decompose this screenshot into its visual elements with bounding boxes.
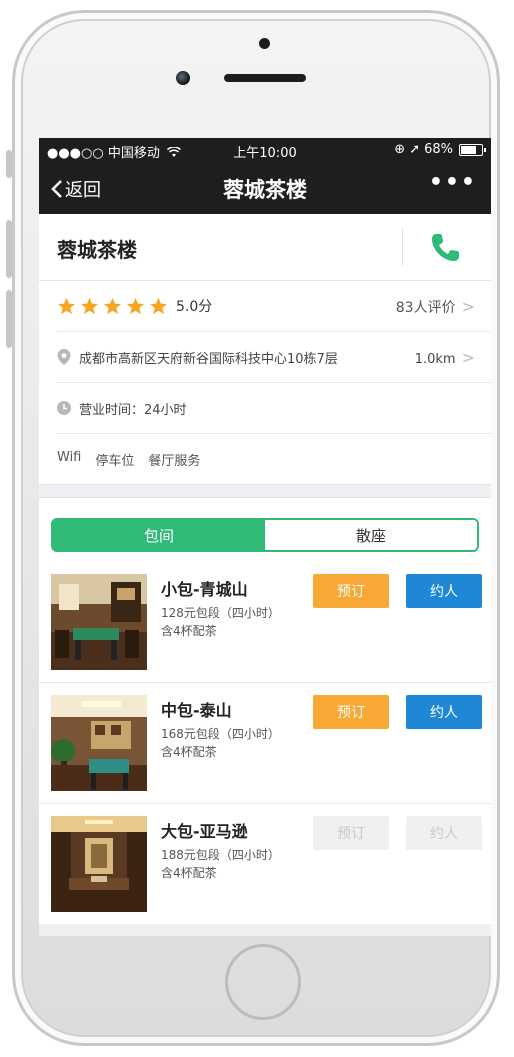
star-icon xyxy=(80,297,99,314)
invite-button-disabled: 约人 xyxy=(406,816,482,850)
book-button-disabled: 预订 xyxy=(313,816,389,850)
carrier-label: ●●●○○ 中国移动 xyxy=(47,142,182,161)
clock-time: 上午10:00 xyxy=(233,146,297,161)
room-name: 大包-亚马逊 xyxy=(161,822,248,841)
business-hours: 营业时间：24小时 xyxy=(79,403,187,418)
star-icon xyxy=(57,297,76,314)
tab-private-room[interactable]: 包间 xyxy=(53,520,265,550)
review-count: 83人评价 xyxy=(395,300,456,316)
section-gap xyxy=(39,484,491,498)
seat-type-switch: 包间 散座 xyxy=(39,498,491,562)
phone-icon[interactable] xyxy=(427,230,463,266)
shop-info-card: 蓉城茶楼 5.0分 83人评价 > 成都市高新区天府新谷国际科技中心10栋7层 1… xyxy=(39,214,491,484)
chevron-right-icon: > xyxy=(461,348,475,367)
divider xyxy=(402,228,403,266)
room-tea: 含4杯配茶 xyxy=(161,745,217,759)
back-label: 返回 xyxy=(65,180,101,201)
amenity-wifi: Wifi xyxy=(57,450,82,465)
distance-value: 1.0km xyxy=(414,352,456,367)
shop-header: 蓉城茶楼 xyxy=(39,214,491,281)
status-bar: ●●●○○ 中国移动 上午10:00 ⊕ ➚ 68% xyxy=(39,138,491,162)
room-photo xyxy=(51,816,147,912)
segmented-control: 包间 散座 xyxy=(51,518,479,552)
address-text: 成都市高新区天府新谷国际科技中心10栋7层 xyxy=(79,352,338,367)
room-photo xyxy=(51,695,147,791)
home-button[interactable] xyxy=(225,944,301,1020)
front-camera xyxy=(176,71,190,85)
chevron-right-icon: > xyxy=(461,297,475,316)
review-link[interactable]: 83人评价 > xyxy=(396,297,475,317)
page-title: 蓉城茶楼 xyxy=(223,178,307,202)
navigation-bar: 返回 蓉城茶楼 ••• xyxy=(39,162,491,214)
proximity-sensor xyxy=(259,38,270,49)
hours-row: 营业时间：24小时 xyxy=(57,383,491,434)
room-tea: 含4杯配茶 xyxy=(161,624,217,638)
invite-button[interactable]: 约人 xyxy=(406,574,482,608)
rotation-lock-icon: ⊕ xyxy=(394,142,406,157)
star-icon xyxy=(103,297,122,314)
status-right: ⊕ ➚ 68% xyxy=(394,142,486,157)
room-list: 小包-青城山 128元包段（四小时） 含4杯配茶 预订 约人 中包-泰山 168… xyxy=(39,562,491,924)
room-price: 188元包段（四小时） xyxy=(161,848,280,862)
location-pin-icon xyxy=(57,349,71,365)
clock-icon xyxy=(57,401,71,415)
battery-icon xyxy=(459,143,486,156)
distance: 1.0km > xyxy=(415,348,475,367)
amenity-parking: 停车位 xyxy=(95,454,135,469)
app-screen: ●●●○○ 中国移动 上午10:00 ⊕ ➚ 68% 返回 蓉城茶楼 ••• 蓉… xyxy=(39,138,491,936)
room-name: 小包-青城山 xyxy=(161,580,248,599)
room-tea: 含4杯配茶 xyxy=(161,866,217,880)
volume-down-button xyxy=(6,290,12,348)
room-price: 168元包段（四小时） xyxy=(161,727,280,741)
volume-up-button xyxy=(6,220,12,278)
back-button[interactable]: 返回 xyxy=(51,176,101,202)
mute-switch xyxy=(6,150,12,178)
battery-fill xyxy=(461,145,476,154)
battery-percent: 68% xyxy=(424,142,453,157)
wifi-icon xyxy=(166,146,182,157)
rating-score: 5.0分 xyxy=(176,299,213,315)
rating-stars: 5.0分 xyxy=(57,296,212,316)
list-item[interactable]: 中包-泰山 168元包段（四小时） 含4杯配茶 预订 约人 xyxy=(39,683,491,804)
amenities-row: Wifi 停车位 餐厅服务 xyxy=(57,434,491,484)
chevron-left-icon xyxy=(51,180,62,198)
list-item: 大包-亚马逊 188元包段（四小时） 含4杯配茶 预订 约人 xyxy=(39,804,491,924)
book-button[interactable]: 预订 xyxy=(313,695,389,729)
list-item[interactable]: 小包-青城山 128元包段（四小时） 含4杯配茶 预订 约人 xyxy=(39,562,491,683)
room-price: 128元包段（四小时） xyxy=(161,606,280,620)
tab-hall-seat[interactable]: 散座 xyxy=(265,520,477,550)
star-icon xyxy=(149,297,168,314)
address-row[interactable]: 成都市高新区天府新谷国际科技中心10栋7层 1.0km > xyxy=(57,332,491,383)
amenities-list: Wifi 停车位 餐厅服务 xyxy=(57,450,200,469)
star-icon xyxy=(126,297,145,314)
invite-button[interactable]: 约人 xyxy=(406,695,482,729)
earpiece-speaker xyxy=(224,74,306,82)
amenity-dining: 餐厅服务 xyxy=(148,454,201,469)
location-arrow-icon: ➚ xyxy=(409,142,421,157)
room-name: 中包-泰山 xyxy=(161,701,232,720)
book-button[interactable]: 预订 xyxy=(313,574,389,608)
shop-name: 蓉城茶楼 xyxy=(57,238,137,262)
more-dots-icon[interactable]: ••• xyxy=(429,170,477,195)
room-photo xyxy=(51,574,147,670)
rating-row[interactable]: 5.0分 83人评价 > xyxy=(57,281,491,332)
carrier-text: ●●●○○ 中国移动 xyxy=(47,146,160,161)
